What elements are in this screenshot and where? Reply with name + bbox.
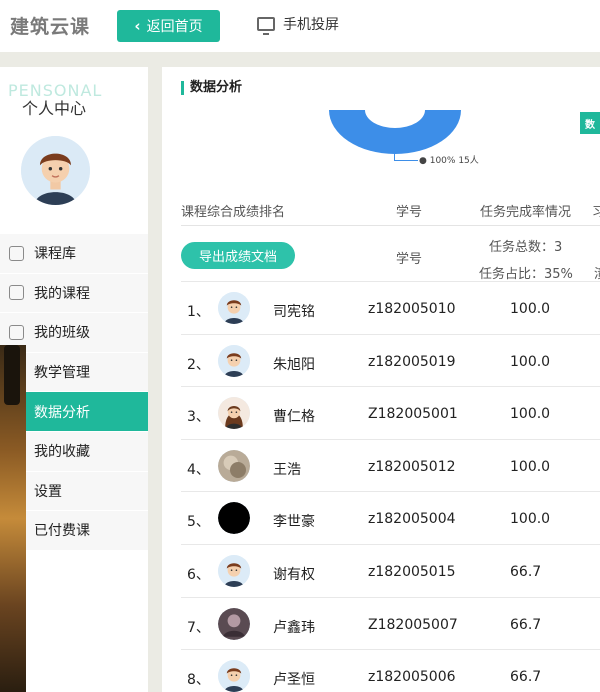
student-name[interactable]: 李世豪: [273, 511, 315, 531]
box-icon: [9, 245, 24, 261]
task-total-label: 任务总数：3: [489, 240, 563, 255]
student-name[interactable]: 卢鑫玮: [273, 617, 315, 637]
section-title: 数据分析: [181, 81, 242, 95]
student-name[interactable]: 谢有权: [273, 564, 315, 584]
avatar[interactable]: [218, 344, 250, 377]
completion-value: 100.0: [510, 353, 551, 370]
row-rank: 5、: [187, 514, 210, 531]
row-rank: 6、: [187, 567, 210, 583]
app-logo: 建筑云课: [10, 16, 91, 38]
student-id: z182005010: [368, 301, 456, 317]
row-rank: 2、: [187, 356, 210, 373]
table-row[interactable]: 6、 谢有权 z182005015 66.7: [181, 544, 600, 597]
avatar[interactable]: [218, 397, 250, 430]
mobile-cast-label: 手机投屏: [283, 17, 339, 33]
rank-header: 课程综合成绩排名: [181, 205, 286, 220]
avatar[interactable]: [218, 555, 250, 587]
table-row[interactable]: 3、 曹仁格 Z182005001 100.0: [181, 386, 600, 439]
completion-header: 任务完成率情况: [480, 205, 572, 220]
pie-label-text: 100% 15人: [429, 156, 479, 166]
screen-cast-icon: [257, 17, 275, 35]
avatar[interactable]: [218, 292, 250, 324]
book-icon: [9, 285, 24, 301]
sidebar-item-label: 教学管理: [34, 365, 90, 382]
data-tag-badge[interactable]: 数: [580, 112, 600, 134]
sidebar-item-label: 设置: [34, 483, 62, 500]
main-panel: 数据分析 ● 100% 15人 数 课程综合成绩排名 学号 任务完成率情况 习 …: [162, 67, 600, 692]
student-id: z182005004: [368, 511, 456, 528]
student-name[interactable]: 司宪铭: [273, 301, 315, 321]
sidebar-item-label: 已付费课: [34, 523, 90, 540]
student-name[interactable]: 王浩: [273, 459, 301, 479]
table-row[interactable]: 4、 王浩 z182005012 100.0: [181, 438, 600, 492]
sidebar-item-label: 我的班级: [34, 325, 90, 342]
table-row[interactable]: 5、 李世豪 z182005004 100.0: [181, 491, 600, 544]
avatar[interactable]: [218, 502, 250, 535]
pie-leader-line: [394, 151, 418, 161]
sidebar-item-label: 我的收藏: [34, 444, 90, 461]
sub-student-id-header: 学号: [396, 252, 423, 267]
student-id: z182005015: [368, 564, 456, 580]
decorative-figure-overlay: [0, 345, 26, 692]
row-rank: 3、: [187, 409, 210, 426]
header-divider: [181, 225, 600, 226]
completion-value: 100.0: [510, 406, 551, 423]
table-row[interactable]: 1、 司宪铭 z182005010 100.0: [181, 281, 600, 334]
avatar[interactable]: [21, 136, 90, 205]
avatar[interactable]: [218, 449, 250, 482]
task-ratio-label: 任务占比：35%: [479, 267, 573, 282]
student-id: z182005006: [368, 669, 456, 686]
avatar[interactable]: [218, 607, 250, 640]
completion-value: 100.0: [510, 458, 551, 475]
row-rank: 7、: [187, 619, 210, 636]
sidebar-item-label: 我的课程: [34, 285, 90, 302]
completion-value: 100.0: [510, 511, 551, 528]
row-rank: 8、: [187, 672, 210, 689]
cut-sub-label: 渍: [594, 263, 600, 282]
student-id: Z182005001: [368, 406, 458, 423]
student-name[interactable]: 曹仁格: [273, 406, 315, 426]
student-id: z182005019: [368, 353, 456, 370]
chevron-left-icon: ‹: [134, 17, 141, 35]
table-row[interactable]: 2、 朱旭阳 z182005019 100.0: [181, 333, 600, 387]
completion-value: 66.7: [510, 564, 542, 580]
cut-header: 习: [592, 205, 600, 220]
mobile-cast-button[interactable]: 手机投屏: [257, 14, 339, 35]
avatar[interactable]: [218, 660, 250, 692]
student-name[interactable]: 卢圣恒: [273, 669, 315, 689]
back-home-button[interactable]: ‹ 返回首页: [117, 10, 220, 42]
completion-value: 66.7: [510, 669, 542, 686]
sidebar-title: 个人中心: [22, 99, 87, 118]
back-home-label: 返回首页: [146, 19, 203, 35]
sidebar-item-course-library[interactable]: 课程库: [0, 234, 148, 274]
row-rank: 4、: [187, 461, 210, 478]
student-id-header: 学号: [396, 205, 423, 220]
sidebar-item-my-courses[interactable]: 我的课程: [0, 273, 148, 314]
table-row[interactable]: 7、 卢鑫玮 Z182005007 66.7: [181, 596, 600, 650]
top-bar: 建筑云课 ‹ 返回首页 手机投屏: [0, 0, 600, 52]
student-id: z182005012: [368, 458, 456, 475]
pie-legend-icon: ●: [419, 156, 427, 166]
table-row[interactable]: 8、 卢圣恒 z182005006 66.7: [181, 649, 600, 692]
completion-value: 66.7: [510, 616, 542, 633]
export-grades-button[interactable]: 导出成绩文档: [181, 242, 295, 269]
student-name[interactable]: 朱旭阳: [273, 354, 315, 374]
people-icon: [9, 324, 24, 340]
student-id: Z182005007: [368, 616, 458, 633]
row-rank: 1、: [187, 304, 210, 320]
sidebar-item-label: 课程库: [34, 246, 76, 263]
completion-value: 100.0: [510, 301, 551, 317]
avatar-image: [21, 136, 90, 205]
sidebar-item-label: 数据分析: [34, 404, 90, 421]
pie-label: ● 100% 15人: [419, 153, 479, 166]
